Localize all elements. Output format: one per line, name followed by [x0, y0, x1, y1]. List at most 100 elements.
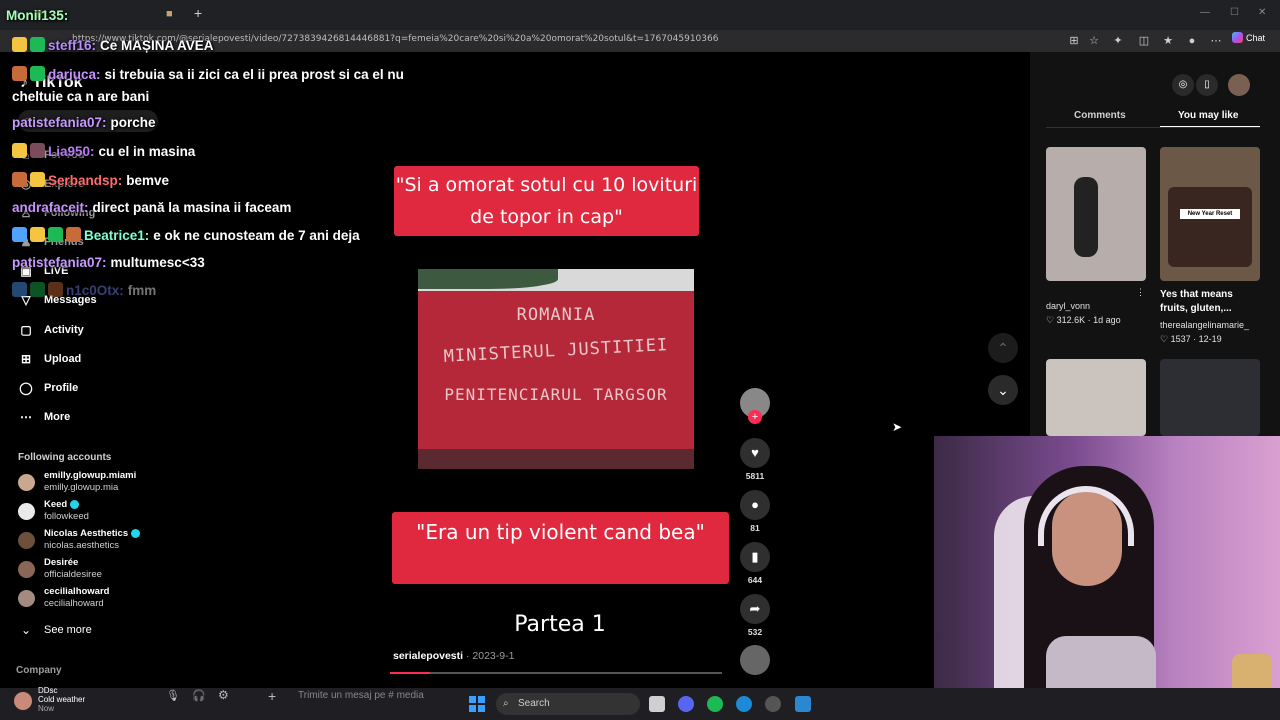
user-avatar[interactable]	[1228, 74, 1250, 96]
user-status-line: DDsc	[38, 686, 58, 695]
account-name: emilly.glowup.miami	[44, 470, 137, 481]
discord-add-icon[interactable]: +	[268, 688, 276, 704]
account-handle: followkeed	[44, 511, 89, 522]
message-channel: media	[396, 690, 424, 701]
windows-start-icon[interactable]	[469, 696, 485, 712]
discord-message-input[interactable]: Trimite un mesaj pe # media	[298, 690, 424, 701]
comment-button[interactable]: ● 81	[738, 490, 772, 533]
spotify-icon[interactable]	[707, 696, 723, 712]
chat-text: Ce MAȘINA AVEA	[100, 38, 214, 53]
following-account[interactable]: Keed followkeed	[18, 499, 163, 525]
emote-badge-icon	[12, 172, 27, 187]
follow-plus-icon[interactable]: +	[748, 410, 762, 424]
discord-user-avatar[interactable]	[14, 692, 32, 710]
previous-video-button[interactable]: ⌃	[988, 333, 1018, 363]
nav-label: Activity	[44, 324, 84, 336]
nav-activity[interactable]: ▢ Activity	[18, 322, 84, 338]
avatar	[18, 474, 35, 491]
video-caption-top: "Si a omorat sotul cu 10 lovituri de top…	[394, 166, 699, 236]
start-icon-pane	[469, 705, 476, 712]
user-status-line: Now	[38, 704, 55, 713]
minimize-icon[interactable]: —	[1200, 7, 1210, 18]
chat-text: multumesc<33	[110, 255, 205, 270]
profile-avatar-icon[interactable]: ●	[1184, 33, 1200, 49]
account-name: Nicolas Aesthetics	[44, 528, 141, 539]
heart-small-icon: ♡	[1046, 315, 1057, 325]
copilot-chat-button[interactable]: Chat	[1232, 32, 1265, 43]
obs-icon[interactable]	[765, 696, 781, 712]
chat-user: Serbandsp:	[48, 173, 123, 188]
heart-icon: ♥	[740, 438, 770, 468]
mod-badge-icon	[12, 227, 27, 242]
discord-icon[interactable]	[678, 696, 694, 712]
video-frame-gate: ROMANIA MINISTERUL JUSTITIEI PENITENCIAR…	[418, 269, 694, 469]
start-icon-pane	[478, 705, 485, 712]
next-video-button[interactable]: ⌄	[988, 375, 1018, 405]
crown-badge-icon	[12, 37, 27, 52]
settings-gear-icon[interactable]: ⚙	[218, 688, 229, 702]
chat-message: cheltuie ca n are bani	[12, 89, 149, 104]
split-icon[interactable]: ◫	[1136, 33, 1152, 49]
chat-message: Beatrice1: e ok ne cunosteam de 7 ani dej…	[12, 227, 360, 243]
mouse-cursor-icon: ➤	[892, 420, 903, 434]
video-progress-bar[interactable]	[390, 672, 722, 674]
following-account[interactable]: Desirée officialdesiree	[18, 557, 163, 583]
nav-more[interactable]: ⋯ More	[18, 409, 70, 425]
headphones-icon[interactable]: 🎧	[192, 689, 206, 702]
recommended-video-thumb[interactable]	[1046, 359, 1146, 436]
crown-badge-icon	[30, 227, 45, 242]
favorites-icon[interactable]: ★	[1160, 33, 1176, 49]
video-date: 2023-9-1	[472, 650, 515, 662]
following-account[interactable]: cecilialhoward cecilialhoward	[18, 586, 163, 612]
tab-you-may-like[interactable]: You may like	[1178, 110, 1238, 121]
app-window-icon[interactable]	[795, 696, 811, 712]
recommended-video-thumb[interactable]	[1160, 359, 1260, 436]
task-view-icon[interactable]	[649, 696, 665, 712]
nav-label: Upload	[44, 353, 82, 365]
apps-icon[interactable]: ⊞	[1066, 33, 1082, 49]
author-avatar-button[interactable]: +	[738, 388, 772, 424]
close-icon[interactable]: ✕	[1258, 7, 1266, 18]
chat-message: Lia950: cu el in masina	[12, 143, 195, 159]
edge-icon[interactable]	[736, 696, 752, 712]
company-link[interactable]: Company	[16, 665, 62, 676]
account-handle: emilly.glowup.mia	[44, 482, 119, 493]
menu-dots-icon[interactable]: ⋯	[1208, 33, 1224, 49]
compass-icon[interactable]: ◎	[1172, 74, 1194, 96]
taskbar-search[interactable]: ⌕ Search	[496, 693, 640, 715]
star-icon[interactable]: ☆	[1086, 33, 1102, 49]
account-name: Keed	[44, 499, 80, 510]
like-button[interactable]: ♥ 5811	[738, 438, 772, 481]
thumb-user[interactable]: daryl_vonn	[1046, 301, 1090, 311]
following-account[interactable]: Nicolas Aesthetics nicolas.aesthetics	[18, 528, 163, 554]
chat-user: Lia950:	[48, 144, 95, 159]
save-button[interactable]: ▮ 644	[738, 542, 772, 585]
sub-badge-icon	[30, 66, 45, 81]
tab-divider	[1046, 127, 1260, 128]
tab-comments[interactable]: Comments	[1074, 110, 1126, 121]
thumb-age: 12-19	[1198, 334, 1222, 344]
see-more-link[interactable]: ⌄ See more	[18, 622, 92, 638]
video-author-line[interactable]: serialepovesti · 2023-9-1	[393, 650, 514, 662]
video-caption-bottom: "Era un tip violent cand bea"	[392, 512, 729, 584]
thumb-stats: ♡ 312.6K · 1d ago	[1046, 315, 1121, 325]
nav-upload[interactable]: ⊞ Upload	[18, 351, 81, 367]
thumb-menu-icon[interactable]: ⋮	[1136, 287, 1145, 298]
maximize-icon[interactable]: ☐	[1230, 7, 1239, 18]
following-account[interactable]: emilly.glowup.miami emilly.glowup.mia	[18, 470, 163, 496]
recommended-video-thumb[interactable]	[1046, 147, 1146, 281]
music-disc-button[interactable]	[738, 645, 772, 675]
share-button[interactable]: ➦ 532	[738, 594, 772, 637]
thumb-title[interactable]: Yes that means fruits, gluten,...	[1160, 288, 1260, 316]
comment-icon: ●	[740, 490, 770, 520]
recommended-video-thumb[interactable]: New Year Reset	[1160, 147, 1260, 281]
chat-text: bemve	[126, 173, 170, 188]
new-tab-icon[interactable]: +	[194, 5, 202, 21]
profile-icon: ◯	[19, 381, 33, 395]
avatar	[18, 503, 35, 520]
extensions-icon[interactable]: ✦	[1110, 33, 1126, 49]
phone-icon[interactable]: ▯	[1196, 74, 1218, 96]
nav-profile[interactable]: ◯ Profile	[18, 380, 78, 396]
mic-icon[interactable]: 🎙	[166, 689, 180, 702]
thumb-user[interactable]: therealangelinamarie_	[1160, 320, 1249, 330]
